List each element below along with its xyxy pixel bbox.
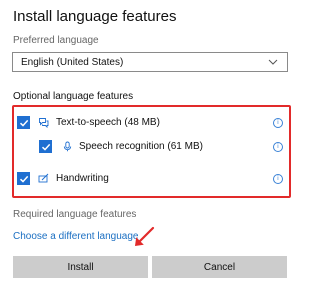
preferred-language-dropdown[interactable]: English (United States) bbox=[12, 52, 288, 72]
chevron-down-icon bbox=[268, 59, 278, 65]
info-icon[interactable]: i bbox=[273, 118, 283, 128]
checkmark-icon bbox=[19, 119, 28, 127]
preferred-language-label: Preferred language bbox=[13, 35, 99, 46]
cancel-button[interactable]: Cancel bbox=[152, 256, 287, 278]
microphone-icon bbox=[63, 141, 72, 152]
red-arrow-icon bbox=[135, 226, 155, 246]
optional-features-label: Optional language features bbox=[13, 91, 134, 102]
text-to-speech-label: Text-to-speech (48 MB) bbox=[56, 117, 160, 128]
choose-different-language-link[interactable]: Choose a different language bbox=[13, 231, 138, 242]
install-button[interactable]: Install bbox=[13, 256, 148, 278]
speech-recognition-checkbox[interactable] bbox=[39, 140, 52, 153]
required-features-label: Required language features bbox=[13, 209, 137, 220]
info-icon[interactable]: i bbox=[273, 174, 283, 184]
dialog-title: Install language features bbox=[13, 8, 177, 25]
handwriting-checkbox[interactable] bbox=[17, 172, 30, 185]
text-to-speech-checkbox[interactable] bbox=[17, 116, 30, 129]
checkmark-icon bbox=[41, 143, 50, 151]
handwriting-icon bbox=[38, 173, 49, 183]
checkmark-icon bbox=[19, 175, 28, 183]
preferred-language-value: English (United States) bbox=[21, 57, 124, 68]
speech-recognition-label: Speech recognition (61 MB) bbox=[79, 141, 203, 152]
handwriting-label: Handwriting bbox=[56, 173, 109, 184]
speech-bubble-icon bbox=[39, 118, 49, 128]
info-icon[interactable]: i bbox=[273, 142, 283, 152]
